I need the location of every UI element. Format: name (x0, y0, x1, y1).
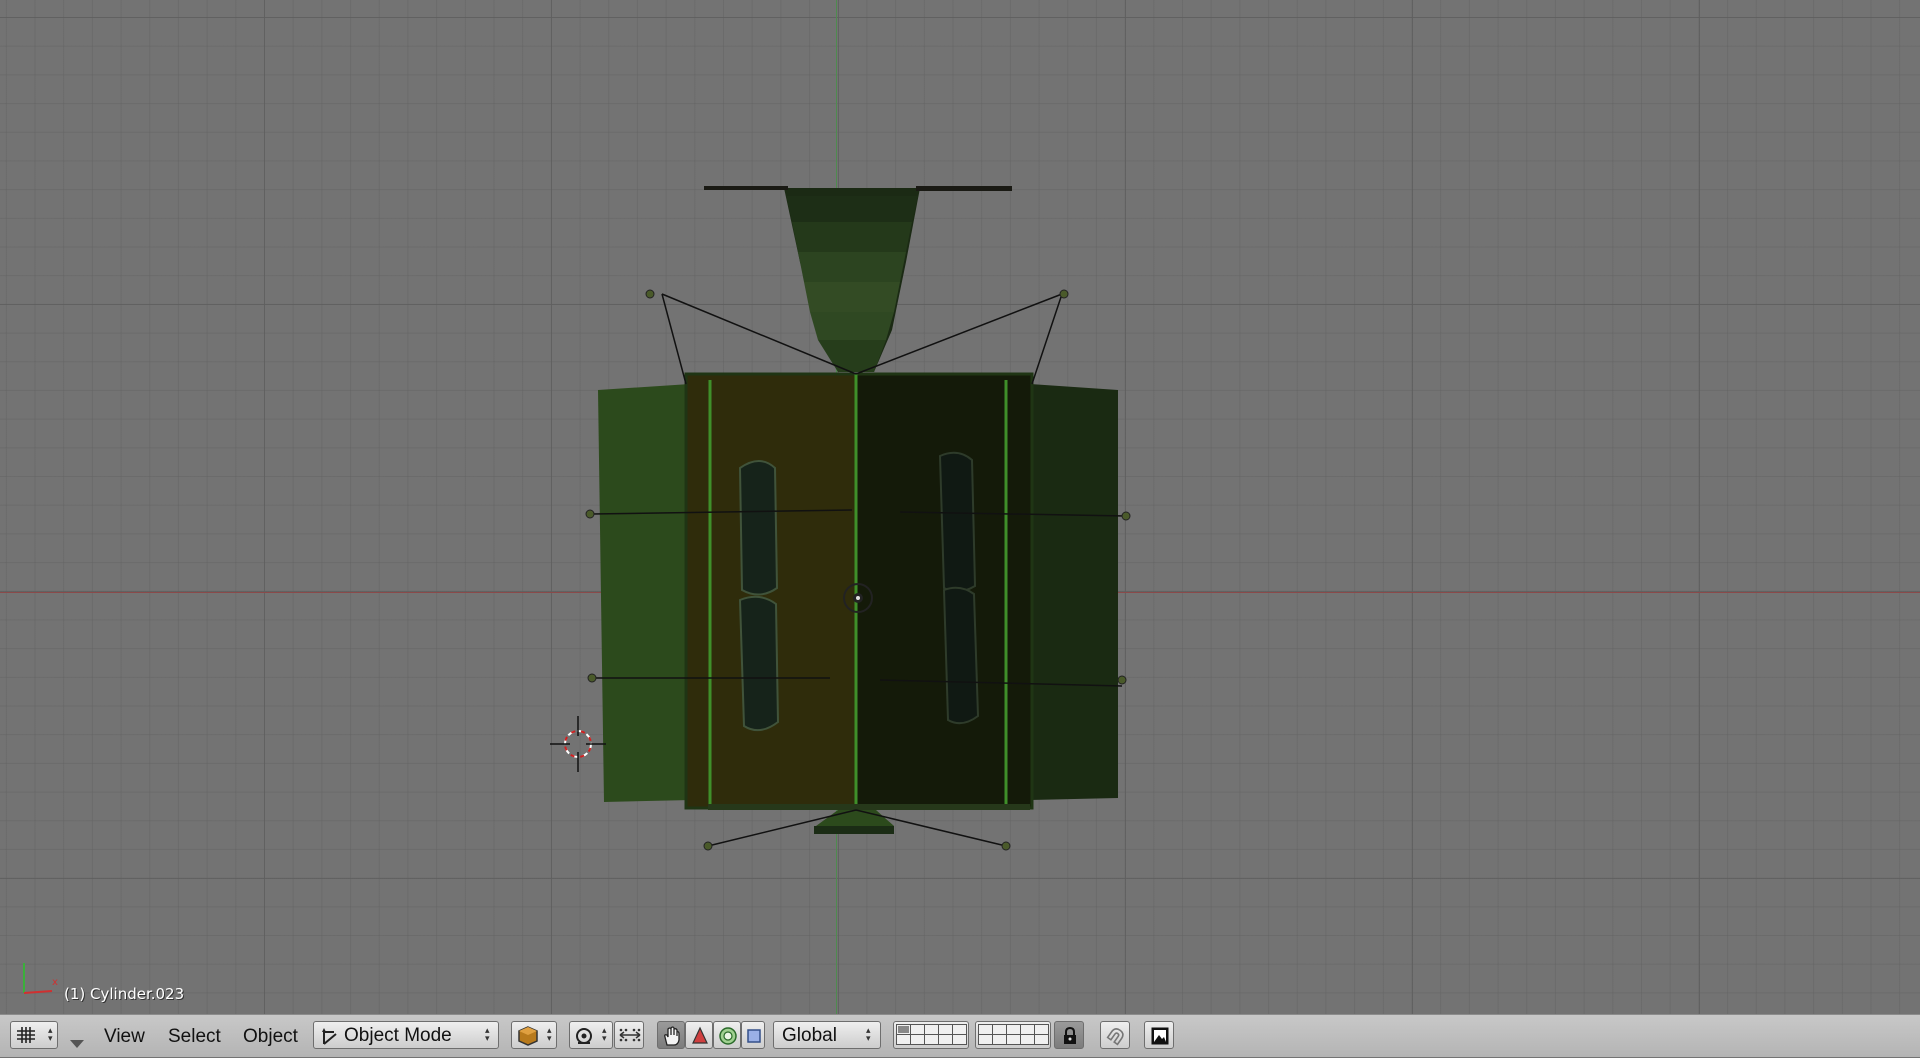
render-icon (1151, 1027, 1169, 1045)
lock-layers-button[interactable] (1054, 1021, 1084, 1049)
hand-icon (664, 1026, 680, 1046)
layers-group-2[interactable] (975, 1021, 1051, 1049)
select-menu[interactable]: Select (168, 1026, 221, 1048)
orientation-arrows-icon: ▴ ▾ (866, 1026, 871, 1044)
transform-around-button[interactable] (614, 1021, 644, 1049)
3d-viewport[interactable]: x (1) Cylinder.023 (0, 0, 1920, 1014)
model-bottom-piece (814, 810, 894, 834)
pivot-icon (576, 1028, 592, 1044)
rotate-icon (719, 1027, 737, 1045)
manipulator-hand-button[interactable] (657, 1021, 685, 1049)
layers-grid-icon (896, 1024, 967, 1045)
manipulator-scale-button[interactable] (741, 1021, 765, 1049)
render-button[interactable] (1144, 1021, 1174, 1049)
layers-group-1[interactable] (893, 1021, 969, 1049)
view-menu[interactable]: View (104, 1026, 145, 1048)
manipulator-rotate-button[interactable] (713, 1021, 741, 1049)
draw-type-arrows-icon: ▴ ▾ (547, 1026, 552, 1044)
object-menu[interactable]: Object (243, 1026, 298, 1048)
orientation-select[interactable]: Global ▴ ▾ (773, 1021, 881, 1049)
mode-label: Object Mode (344, 1025, 452, 1046)
collapse-menu-icon[interactable] (68, 1030, 86, 1058)
mode-arrows-icon: ▴ ▾ (485, 1026, 490, 1044)
layers-grid-2-icon (978, 1024, 1049, 1045)
manipulator-translate-button[interactable] (685, 1021, 713, 1049)
mode-select[interactable]: Object Mode ▴ ▾ (313, 1021, 499, 1049)
pivot-button[interactable]: ▴ ▾ (569, 1021, 613, 1049)
editor-type-button[interactable]: ▴ ▾ (10, 1021, 58, 1049)
3d-cursor-icon[interactable] (548, 714, 610, 776)
active-object-label: (1) Cylinder.023 (64, 985, 185, 1003)
snap-magnet-icon (1106, 1028, 1124, 1046)
model-left-panel (598, 384, 692, 802)
pivot-arrows-icon: ▴ ▾ (602, 1026, 607, 1044)
draw-type-button[interactable]: ▴ ▾ (511, 1021, 557, 1049)
translate-icon (692, 1026, 708, 1044)
snap-button[interactable] (1100, 1021, 1130, 1049)
model-right-panel (1030, 384, 1118, 800)
dotted-arrows-icon (619, 1028, 641, 1042)
model-top-funnel (704, 186, 1012, 372)
grid-icon (17, 1027, 35, 1043)
shaded-cube-icon (518, 1026, 538, 1046)
object-mode-icon (322, 1028, 337, 1045)
orientation-label: Global (782, 1025, 837, 1046)
view-axes-icon: x (23, 963, 58, 994)
scale-icon (747, 1029, 761, 1043)
editor-type-arrows-icon: ▴ ▾ (48, 1026, 53, 1044)
lock-icon (1064, 1026, 1076, 1044)
3d-model[interactable] (0, 0, 1920, 1014)
viewport-header: ▴ ▾ View Select Object Object Mode ▴ ▾ ▴ ▾ … (0, 1014, 1920, 1057)
svg-text:x: x (52, 977, 58, 988)
model-main-body (684, 372, 1034, 810)
